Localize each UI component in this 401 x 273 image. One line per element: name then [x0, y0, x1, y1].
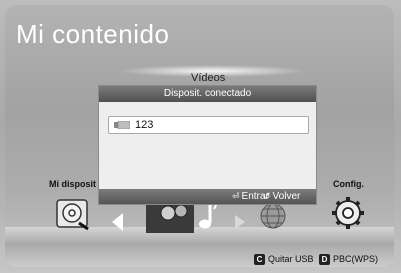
- connected-device-dialog: Disposit. conectado 123 ⏎ Entrar ↺ Volver: [98, 85, 317, 205]
- usb-drive-icon: [114, 121, 130, 129]
- gear-icon[interactable]: [331, 196, 365, 230]
- arrow-left-icon[interactable]: [109, 211, 125, 233]
- device-name: 123: [135, 119, 154, 131]
- menu-item-videos[interactable]: Vídeos: [191, 72, 225, 84]
- globe-icon[interactable]: [257, 201, 289, 231]
- disc-icon[interactable]: [55, 197, 91, 231]
- arrow-right-icon[interactable]: [233, 213, 247, 231]
- pbc-wps-label[interactable]: PBC(WPS): [333, 254, 378, 265]
- screen: Mi contenido Vídeos Mi disposit Config.: [0, 0, 401, 273]
- enter-icon: ⏎: [232, 191, 240, 201]
- bottom-key-bar: C Quitar USB D PBC(WPS): [5, 254, 394, 267]
- menu-item-my-device-label[interactable]: Mi disposit: [49, 179, 96, 189]
- back-button[interactable]: ↺ Volver: [263, 190, 300, 203]
- page-title: Mi contenido: [16, 19, 170, 49]
- dialog-footer: ⏎ Entrar ↺ Volver: [99, 189, 316, 204]
- menu-item-settings-label[interactable]: Config.: [333, 179, 364, 189]
- return-icon: ↺: [263, 191, 271, 201]
- key-d-badge[interactable]: D: [319, 254, 330, 265]
- key-c-badge[interactable]: C: [254, 254, 265, 265]
- back-label: Volver: [272, 191, 301, 202]
- app-frame: Mi contenido Vídeos Mi disposit Config.: [5, 5, 394, 267]
- dialog-title: Disposit. conectado: [99, 86, 316, 102]
- device-list-item[interactable]: 123: [108, 116, 309, 134]
- remove-usb-label[interactable]: Quitar USB: [268, 254, 314, 265]
